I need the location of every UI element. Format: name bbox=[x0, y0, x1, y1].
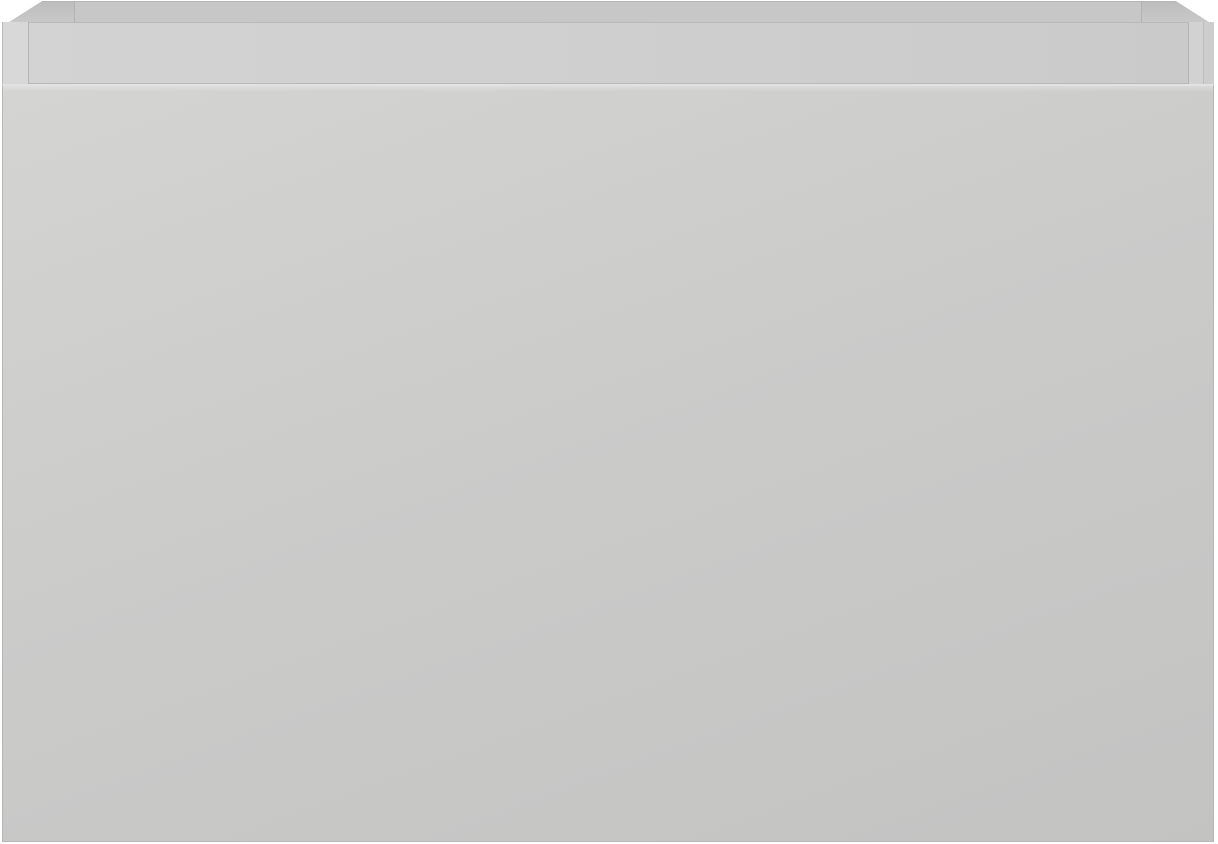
box-front-panel bbox=[2, 84, 1214, 842]
front-panel-highlight bbox=[3, 86, 1213, 92]
box-right-corner-post-edge bbox=[1203, 22, 1214, 84]
box-top-rim bbox=[2, 22, 1214, 84]
box-scene bbox=[0, 0, 1218, 844]
box-left-corner-post bbox=[2, 22, 29, 84]
box-back-inner-wall bbox=[74, 2, 1142, 22]
